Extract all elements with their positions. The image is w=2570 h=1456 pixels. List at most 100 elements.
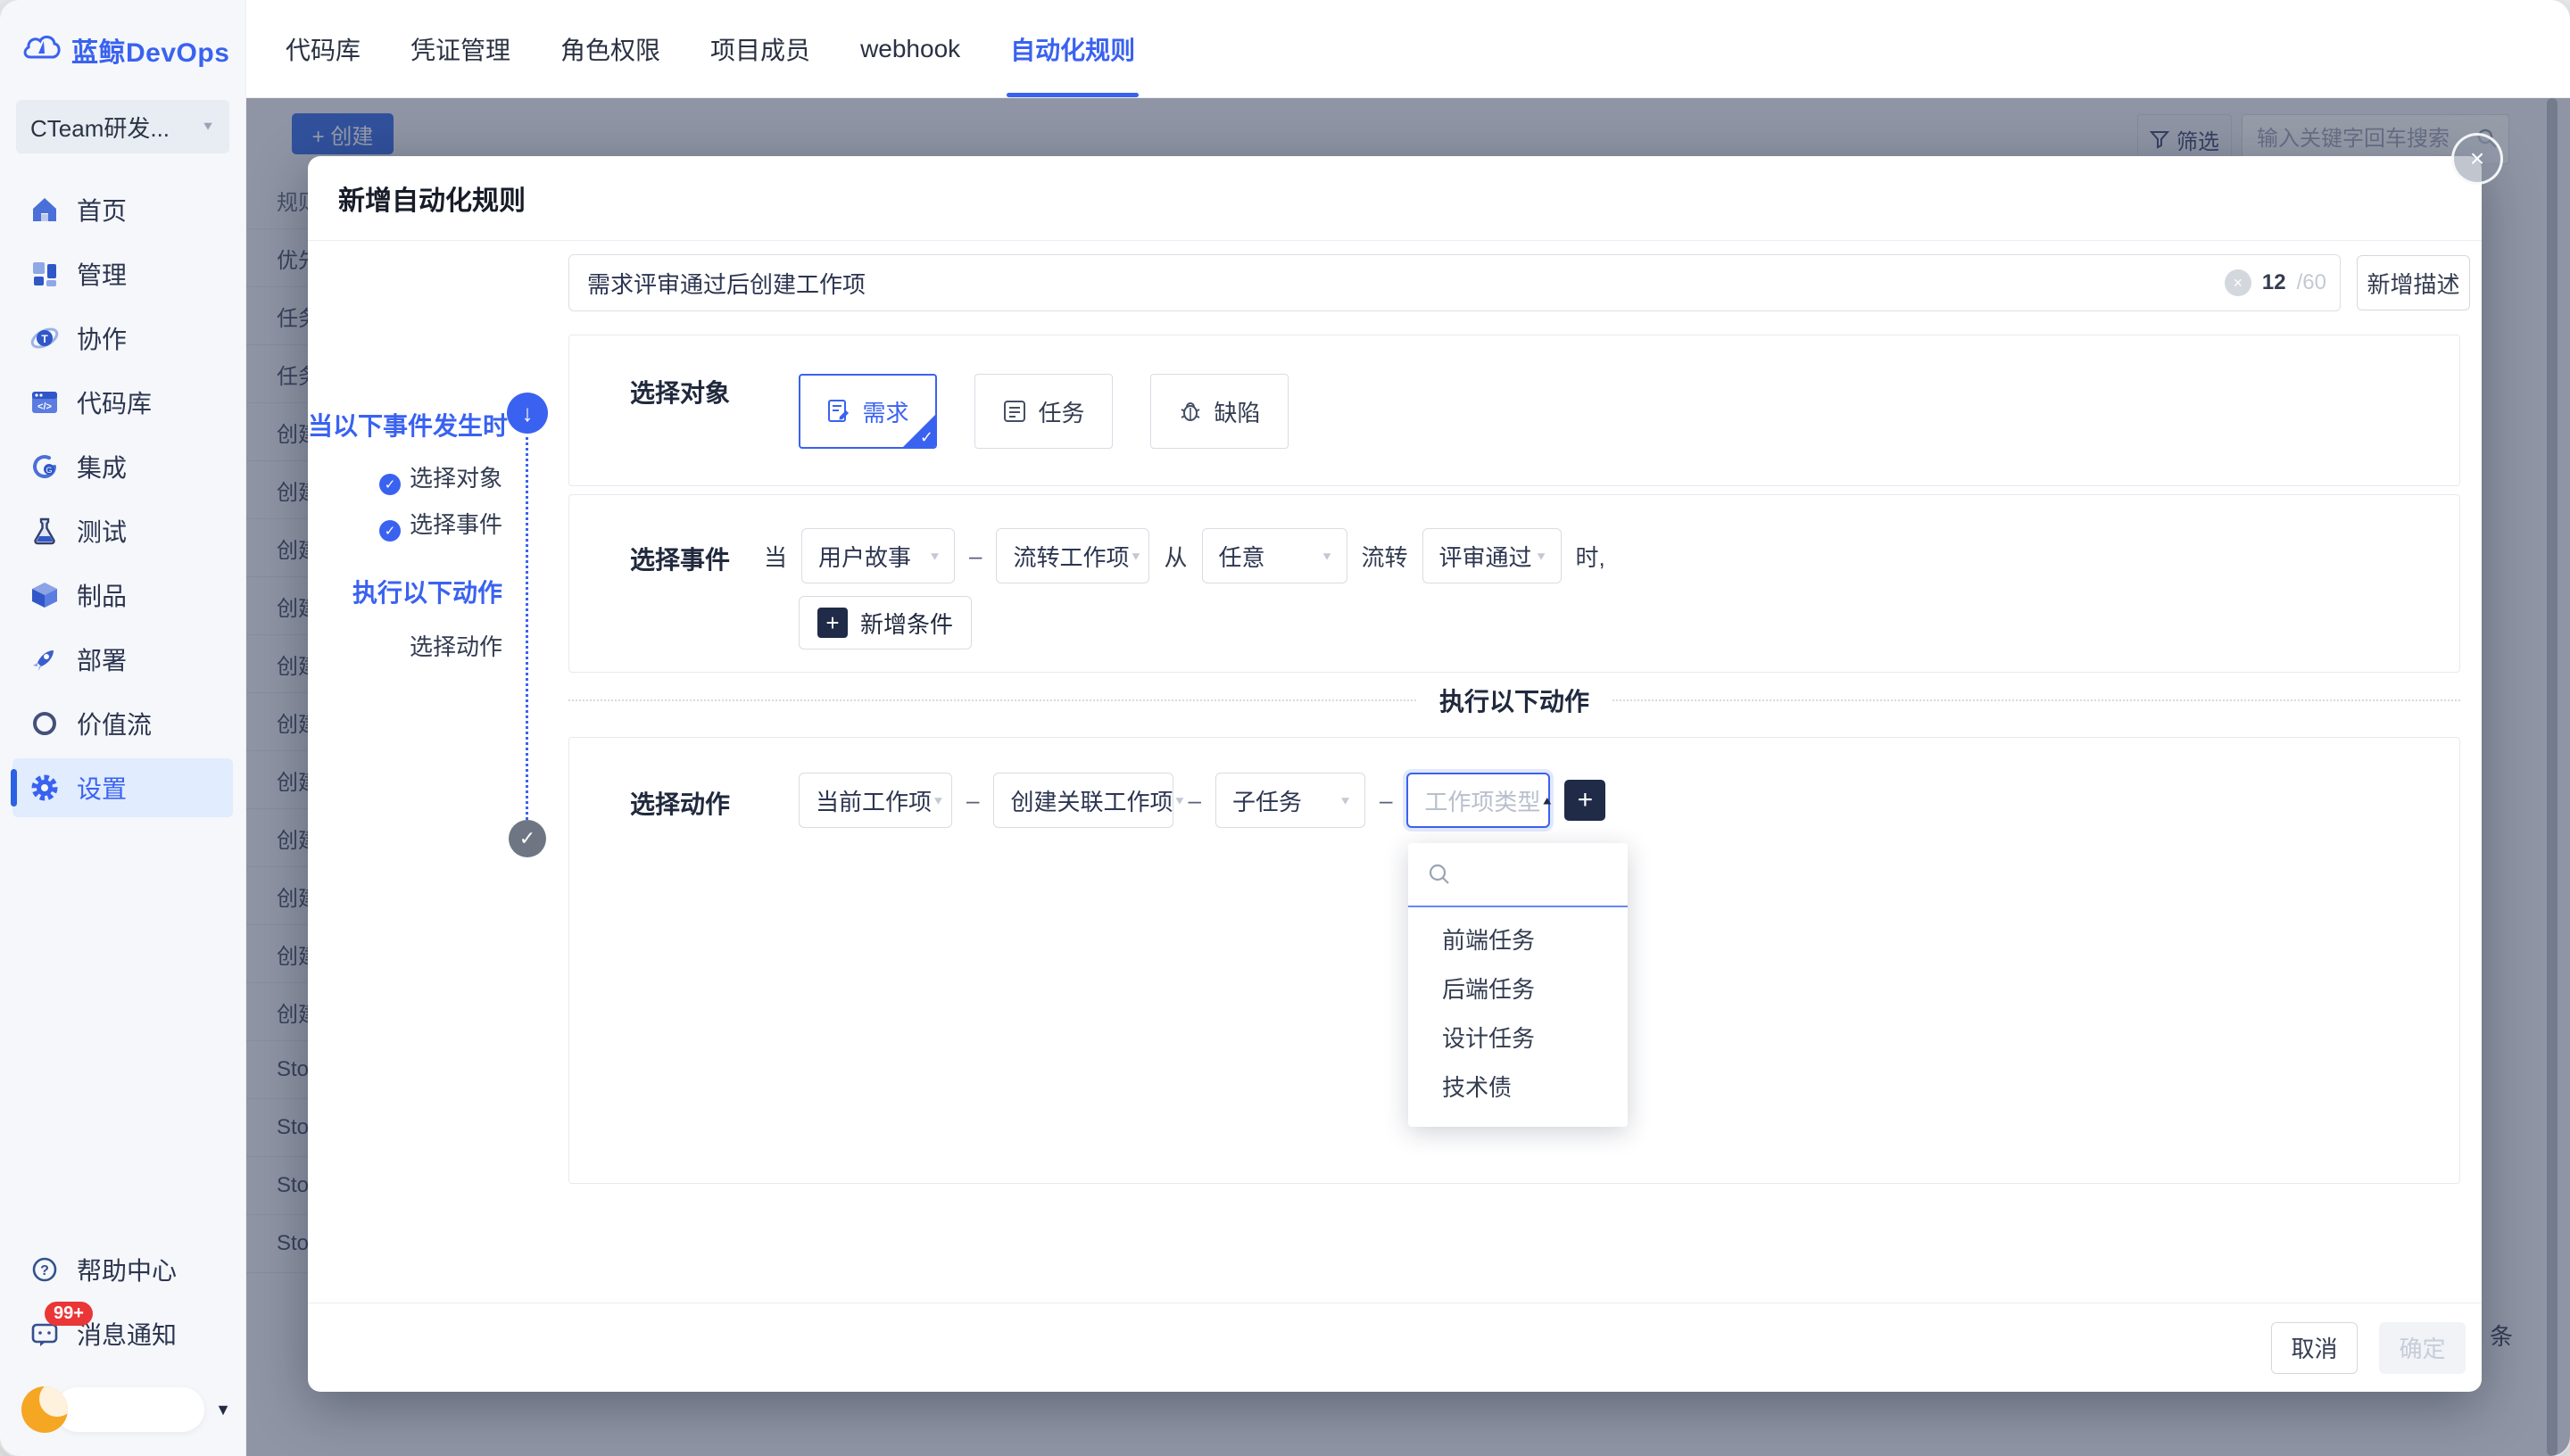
message-icon: 99+ bbox=[29, 1318, 61, 1350]
notifications-item[interactable]: 99+ 消息通知 bbox=[12, 1304, 233, 1363]
sidebar-item-integration[interactable]: G 集成 bbox=[12, 437, 233, 496]
workitem-type-select[interactable]: 工作项类型▲ bbox=[1406, 773, 1550, 828]
execute-actions-divider: 执行以下动作 bbox=[568, 678, 2460, 723]
close-dialog-button[interactable]: × bbox=[2451, 133, 2503, 185]
clear-input-icon[interactable]: × bbox=[2225, 269, 2251, 296]
task-list-icon bbox=[1002, 399, 1027, 424]
chevron-down-icon: ▼ bbox=[1339, 794, 1352, 807]
choose-object-section: 选择对象 需求 ✓ 任务 缺陷 bbox=[568, 335, 2460, 486]
sidebar-footer: ? 帮助中心 99+ 消息通知 ▼ bbox=[0, 1235, 245, 1456]
project-selector[interactable]: CTeam研发... ▼ bbox=[16, 100, 229, 153]
grid-icon bbox=[29, 258, 61, 290]
stepper-when-title: 当以下事件发生时 bbox=[308, 407, 502, 443]
ring-icon bbox=[29, 707, 61, 740]
dropdown-option[interactable]: 后端任务 bbox=[1408, 964, 1628, 1013]
check-circle-icon: ✓ bbox=[379, 474, 401, 495]
avatar bbox=[21, 1386, 68, 1433]
logo-text: 蓝鲸DevOps bbox=[71, 30, 229, 70]
event-to-status-select[interactable]: 评审通过▼ bbox=[1422, 528, 1562, 583]
choose-object-label: 选择对象 bbox=[630, 374, 764, 410]
chevron-down-icon: ▼ bbox=[928, 550, 941, 562]
gear-icon bbox=[29, 772, 61, 804]
help-center-item[interactable]: ? 帮助中心 bbox=[12, 1240, 233, 1299]
add-automation-rule-dialog: 新增自动化规则 当以下事件发生时 ↓ ✓ 选择对象 ✓选择事件 执行以下动作 选择… bbox=[308, 156, 2482, 1392]
chevron-down-icon: ▼ bbox=[1321, 550, 1334, 562]
code-repo-icon: </> bbox=[29, 386, 61, 418]
add-action-button[interactable]: + bbox=[1564, 780, 1605, 821]
sidebar: 蓝鲸DevOps CTeam研发... ▼ 首页 管理 T 协作 </> 代码库 bbox=[0, 0, 246, 1456]
tab-code-repo[interactable]: 代码库 bbox=[286, 0, 361, 97]
word-from: 从 bbox=[1164, 540, 1187, 573]
sidebar-item-test[interactable]: 测试 bbox=[12, 501, 233, 560]
chevron-down-icon: ▼ bbox=[201, 120, 215, 133]
sidebar-item-deploy[interactable]: 部署 bbox=[12, 630, 233, 689]
cube-icon bbox=[29, 579, 61, 611]
svg-text:G: G bbox=[46, 466, 52, 475]
chevron-up-icon: ▲ bbox=[1540, 794, 1554, 807]
dialog-footer: 取消 确定 bbox=[308, 1303, 2482, 1392]
sidebar-item-home[interactable]: 首页 bbox=[12, 180, 233, 239]
project-name: CTeam研发... bbox=[30, 111, 170, 144]
event-workitem-type-select[interactable]: 用户故事▼ bbox=[801, 528, 955, 583]
action-relation-select[interactable]: 子任务▼ bbox=[1215, 773, 1365, 828]
tab-role-permissions[interactable]: 角色权限 bbox=[560, 0, 660, 97]
dialog-title: 新增自动化规则 bbox=[308, 156, 2482, 241]
stepper-down-arrow-icon: ↓ bbox=[507, 393, 548, 434]
selected-check-icon: ✓ bbox=[920, 428, 933, 447]
question-circle-icon: ? bbox=[29, 1253, 61, 1286]
choose-action-label: 选择动作 bbox=[630, 785, 764, 821]
plus-icon: + bbox=[817, 608, 848, 638]
stepper-connector-line bbox=[526, 437, 528, 825]
event-action-select[interactable]: 流转工作项▼ bbox=[996, 528, 1149, 583]
rule-name-counter: × 12 /60 bbox=[2216, 254, 2341, 311]
dash-separator: – bbox=[966, 787, 979, 815]
tab-credentials[interactable]: 凭证管理 bbox=[410, 0, 510, 97]
dropdown-option[interactable]: 设计任务 bbox=[1408, 1013, 1628, 1062]
action-operation-select[interactable]: 创建关联工作项▼ bbox=[993, 773, 1173, 828]
dropdown-option[interactable]: 技术债 bbox=[1408, 1062, 1628, 1111]
app-window: 蓝鲸DevOps CTeam研发... ▼ 首页 管理 T 协作 </> 代码库 bbox=[0, 0, 2570, 1456]
app-logo: 蓝鲸DevOps bbox=[0, 0, 245, 87]
dropdown-search[interactable] bbox=[1408, 843, 1628, 907]
sidebar-item-manage[interactable]: 管理 bbox=[12, 244, 233, 303]
sidebar-item-artifact[interactable]: 制品 bbox=[12, 566, 233, 625]
sidebar-item-repo[interactable]: </> 代码库 bbox=[12, 373, 233, 432]
choose-event-section: 选择事件 当 用户故事▼ – 流转工作项▼ 从 任意▼ bbox=[568, 494, 2460, 673]
dash-separator: – bbox=[1188, 787, 1200, 815]
stepper-done-check-icon: ✓ bbox=[509, 820, 546, 857]
object-card-task[interactable]: 任务 bbox=[974, 374, 1113, 449]
word-time: 时, bbox=[1576, 540, 1605, 573]
add-description-button[interactable]: 新增描述 bbox=[2357, 255, 2470, 310]
user-menu[interactable]: ▼ bbox=[21, 1386, 231, 1433]
action-target-select[interactable]: 当前工作项▼ bbox=[799, 773, 952, 828]
stepper-step-event: ✓选择事件 bbox=[308, 507, 502, 542]
object-card-defect[interactable]: 缺陷 bbox=[1150, 374, 1289, 449]
chevron-down-icon: ▼ bbox=[932, 794, 945, 807]
chevron-down-icon: ▼ bbox=[1130, 550, 1143, 562]
requirement-doc-icon bbox=[826, 399, 851, 424]
word-flow: 流转 bbox=[1362, 540, 1408, 573]
add-condition-button[interactable]: + 新增条件 bbox=[799, 596, 972, 649]
notification-badge: 99+ bbox=[45, 1302, 93, 1326]
object-card-requirement[interactable]: 需求 ✓ bbox=[799, 374, 937, 449]
bug-icon bbox=[1178, 399, 1203, 424]
workitem-type-dropdown: 前端任务 后端任务 设计任务 技术债 bbox=[1408, 843, 1628, 1127]
home-icon bbox=[29, 194, 61, 226]
flask-icon bbox=[29, 515, 61, 547]
sidebar-item-collab[interactable]: T 协作 bbox=[12, 309, 233, 368]
sidebar-item-valuestream[interactable]: 价值流 bbox=[12, 694, 233, 753]
event-from-status-select[interactable]: 任意▼ bbox=[1202, 528, 1347, 583]
tab-project-members[interactable]: 项目成员 bbox=[710, 0, 810, 97]
word-when: 当 bbox=[764, 540, 787, 573]
svg-text:?: ? bbox=[40, 1263, 49, 1278]
cloud-logo-icon bbox=[21, 32, 62, 69]
dropdown-option[interactable]: 前端任务 bbox=[1408, 914, 1628, 964]
chevron-down-icon: ▼ bbox=[215, 1401, 231, 1419]
tab-automation-rules[interactable]: 自动化规则 bbox=[1010, 0, 1135, 97]
cancel-button[interactable]: 取消 bbox=[2271, 1322, 2358, 1374]
sidebar-item-settings[interactable]: 设置 bbox=[12, 758, 233, 817]
tab-webhook[interactable]: webhook bbox=[860, 0, 960, 97]
rule-name-input[interactable] bbox=[568, 254, 2341, 311]
confirm-button[interactable]: 确定 bbox=[2379, 1322, 2466, 1374]
top-navigation: 代码库 凭证管理 角色权限 项目成员 webhook 自动化规则 bbox=[246, 0, 2570, 98]
